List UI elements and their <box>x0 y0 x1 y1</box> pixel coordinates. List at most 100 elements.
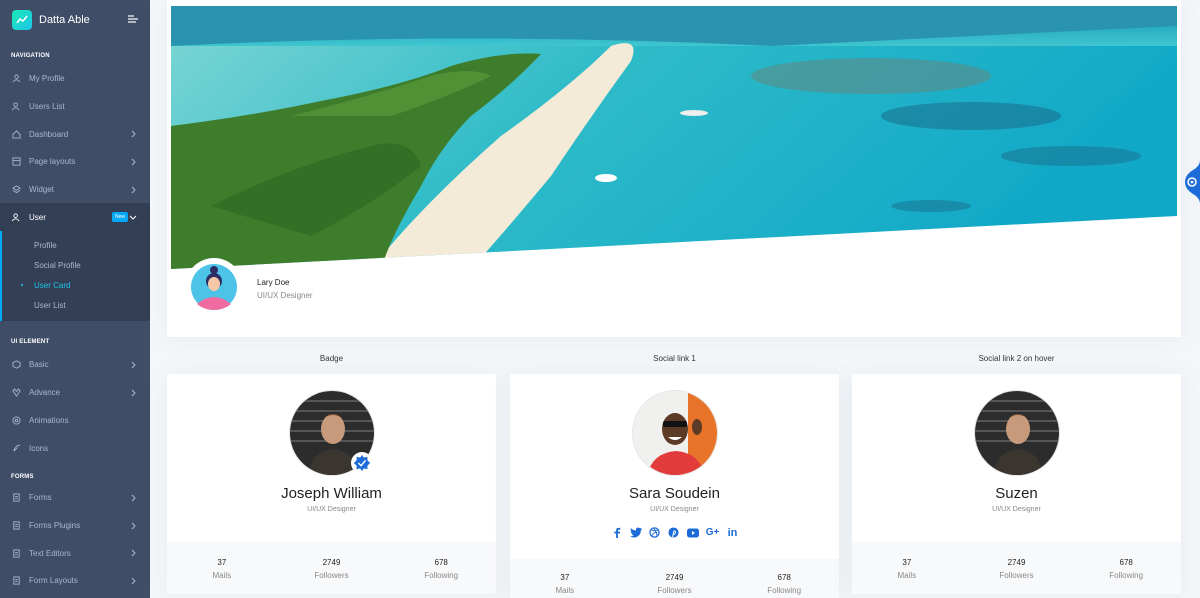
file-text-icon <box>12 493 21 502</box>
submenu-item-social-profile[interactable]: Social Profile <box>2 255 150 275</box>
menu-toggle-icon[interactable] <box>128 14 138 24</box>
user-card-social-link-1: Sara Soudein UI/UX Designer G+ in 37 Mail… <box>510 374 839 598</box>
users-icon <box>12 213 21 222</box>
user-role: UI/UX Designer <box>307 506 356 513</box>
youtube-icon[interactable] <box>686 526 699 539</box>
sidebar-item-label: Basic <box>29 360 49 370</box>
card-title-social-link-1: Social link 1 <box>653 354 696 363</box>
chevron-right-icon <box>131 494 136 502</box>
stat-mails: 37 Mails <box>852 542 962 594</box>
chevron-right-icon <box>131 389 136 397</box>
stat-followers: 2749 Followers <box>620 559 730 598</box>
home-icon <box>12 129 21 139</box>
stat-label: Mails <box>212 571 232 580</box>
sidebar-item-animations[interactable]: Animations <box>0 407 150 435</box>
sidebar-item-advance[interactable]: Advance <box>0 379 150 407</box>
cover-image <box>171 6 1177 269</box>
chevron-right-icon <box>131 577 136 585</box>
chevron-right-icon <box>131 361 136 369</box>
sidebar-item-forms-plugins[interactable]: Forms Plugins <box>0 512 150 540</box>
sidebar-item-my-profile[interactable]: My Profile <box>0 65 150 93</box>
settings-tab[interactable] <box>1181 160 1200 204</box>
new-badge: New <box>111 212 128 223</box>
sidebar-item-label: Users List <box>29 102 65 112</box>
file-text-icon <box>12 576 21 585</box>
sidebar-item-forms[interactable]: Forms <box>0 484 150 512</box>
profile-role: UI/UX Designer <box>257 291 313 300</box>
stat-label: Followers <box>657 586 692 595</box>
user-card-badge: Joseph William UI/UX Designer 37 Mails 27… <box>167 374 496 594</box>
feather-icon <box>12 443 21 453</box>
sidebar-item-label: Page layouts <box>29 157 76 167</box>
stat-value: 37 <box>560 573 570 582</box>
google-plus-icon[interactable]: G+ <box>705 526 720 539</box>
stat-mails: 37 Mails <box>510 559 620 598</box>
profile-avatar[interactable] <box>185 258 243 316</box>
chevron-right-icon <box>131 522 136 529</box>
card-title-social-link-2: Social link 2 on hover <box>978 354 1055 363</box>
stat-value: 37 <box>217 558 227 567</box>
sidebar-item-form-layouts[interactable]: Form Layouts <box>0 567 150 595</box>
stat-label: Following <box>767 586 802 595</box>
submenu-item-user-card[interactable]: User Card <box>2 275 150 295</box>
sidebar-item-label: Advance <box>29 388 61 398</box>
user-name: Joseph William <box>281 485 382 502</box>
avatar[interactable] <box>632 390 718 476</box>
facebook-icon[interactable] <box>610 526 623 539</box>
social-links: G+ in <box>510 526 839 539</box>
chevron-right-icon <box>131 549 136 557</box>
stat-following: 678 Following <box>729 559 839 598</box>
user-stats: 37 Mails 2749 Followers 678 Following <box>510 559 839 598</box>
sidebar-item-label: My Profile <box>29 74 65 84</box>
sidebar-item-label: Forms <box>29 493 52 503</box>
stat-value: 2749 <box>322 558 341 567</box>
pinterest-icon[interactable] <box>667 526 680 539</box>
submenu-item-user-list[interactable]: User List <box>2 295 150 315</box>
stat-value: 2749 <box>1007 558 1026 567</box>
sidebar-item-basic[interactable]: Basic <box>0 351 150 379</box>
sidebar-item-user[interactable]: User New <box>0 203 150 232</box>
profile-name: Lary Doe <box>257 278 290 287</box>
gitlab-icon <box>12 388 21 398</box>
user-role: UI/UX Designer <box>992 506 1041 513</box>
stat-label: Following <box>424 571 459 580</box>
sidebar-item-widget[interactable]: Widget <box>0 176 150 204</box>
file-text-icon <box>12 521 21 530</box>
stat-label: Followers <box>314 571 349 580</box>
stat-label: Followers <box>999 571 1034 580</box>
dribbble-icon[interactable] <box>648 526 661 539</box>
trending-up-icon[interactable] <box>12 10 32 30</box>
user-stats: 37 Mails 2749 Followers 678 Following <box>167 542 496 594</box>
user-name: Suzen <box>995 485 1038 502</box>
box-icon <box>12 360 21 370</box>
linkedin-icon[interactable]: in <box>726 526 739 539</box>
chevron-right-icon <box>131 131 136 138</box>
user-card-social-link-2: Suzen UI/UX Designer 37 Mails 2749 Followe… <box>852 374 1181 594</box>
stat-followers: 2749 Followers <box>277 542 387 594</box>
stat-label: Mails <box>897 571 917 580</box>
chevron-right-icon <box>131 158 136 166</box>
stat-value: 678 <box>777 573 791 582</box>
twitter-icon[interactable] <box>629 526 642 539</box>
user-stats: 37 Mails 2749 Followers 678 Following <box>852 542 1181 594</box>
sidebar-item-dashboard[interactable]: Dashboard <box>0 120 150 148</box>
stat-mails: 37 Mails <box>167 542 277 594</box>
sidebar-item-text-editors[interactable]: Text Editors <box>0 539 150 567</box>
sidebar-item-page-layouts[interactable]: Page layouts <box>0 148 150 176</box>
stat-label: Mails <box>555 586 575 595</box>
avatar[interactable] <box>974 390 1060 476</box>
sidebar-item-users-list[interactable]: Users List <box>0 93 150 121</box>
profile-cover-card: Lary Doe UI/UX Designer <box>167 0 1181 337</box>
submenu-item-profile[interactable]: Profile <box>2 235 150 255</box>
stat-label: Following <box>1109 571 1144 580</box>
sidebar-item-icons[interactable]: Icons <box>0 434 150 462</box>
file-text-icon <box>12 549 21 558</box>
card-title-badge: Badge <box>319 354 344 363</box>
avatar-wrap <box>289 390 375 476</box>
brand-name[interactable]: Datta Able <box>39 14 90 26</box>
user-name: Sara Soudein <box>629 485 720 502</box>
sidebar-item-label: Form Layouts <box>29 576 78 586</box>
layout-icon <box>12 157 21 166</box>
avatar-wrap <box>632 390 718 476</box>
users-icon <box>12 102 21 111</box>
